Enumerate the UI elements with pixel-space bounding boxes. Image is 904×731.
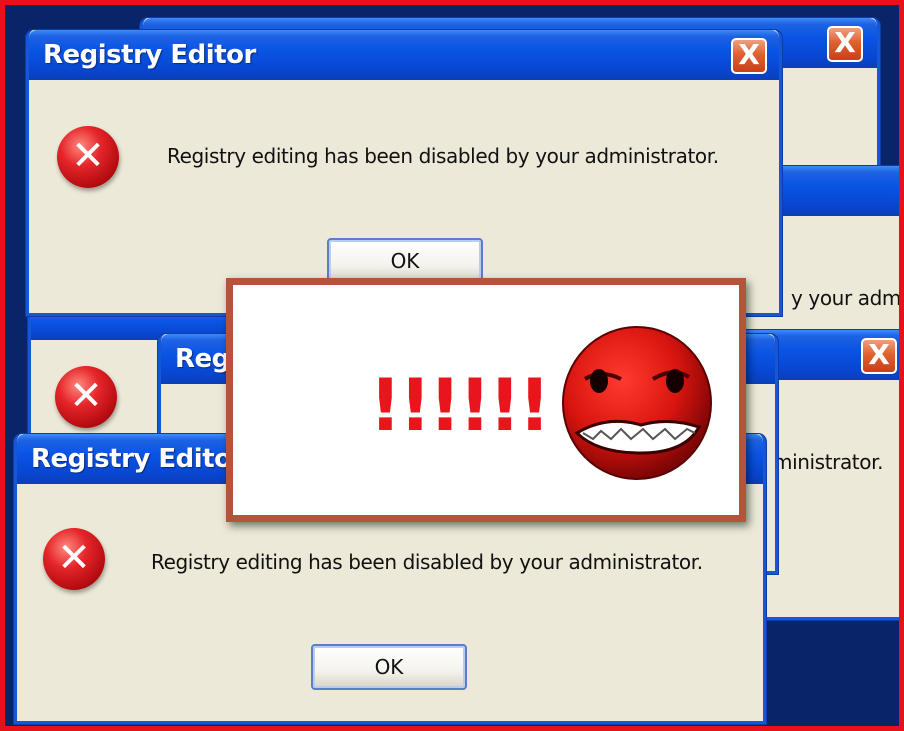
angry-face-icon <box>562 326 712 480</box>
error-icon: ✕ <box>57 126 119 188</box>
dialog-message-fragment: ministrator. <box>773 450 884 474</box>
ok-button[interactable]: OK <box>311 644 467 690</box>
error-icon: ✕ <box>55 366 117 428</box>
close-icon: X <box>834 26 856 59</box>
dialog-message: Registry editing has been disabled by yo… <box>151 550 703 574</box>
close-icon: X <box>738 38 760 71</box>
exclamation-text: !!!!!! <box>369 363 551 447</box>
dialog-message-fragment: y your adm <box>791 286 901 310</box>
close-button[interactable]: X <box>827 26 863 62</box>
dialog-title: Registry Editor <box>43 40 256 70</box>
dialog-message: Registry editing has been disabled by yo… <box>167 144 719 168</box>
registry-editor-dialog-top: Registry Editor X ✕ Registry editing has… <box>26 30 782 316</box>
close-button[interactable]: X <box>731 38 767 74</box>
angry-alert-popup: !!!!!! <box>226 278 746 522</box>
dialog-title: Registry Editor <box>31 444 244 474</box>
close-icon: X <box>868 338 890 371</box>
error-icon: ✕ <box>43 528 105 590</box>
title-bar[interactable]: Registry Editor X <box>29 30 779 80</box>
close-button[interactable]: X <box>861 338 897 374</box>
